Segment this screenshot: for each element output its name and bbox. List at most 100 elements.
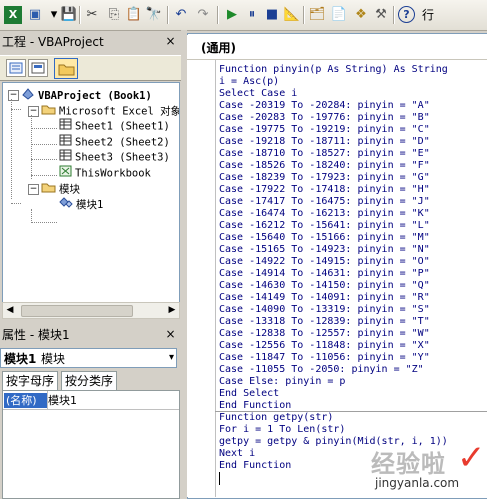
folder-icon <box>41 103 56 120</box>
project-explorer-icon[interactable]: 🗂 <box>308 6 326 24</box>
tree-item[interactable]: Microsoft Excel 对象 <box>41 103 179 120</box>
collapse-toggle-icon[interactable]: − <box>28 105 39 117</box>
code-line[interactable]: Case Else: pinyin = p <box>219 376 345 388</box>
code-line[interactable]: Next i <box>219 448 255 460</box>
code-line[interactable]: End Select <box>219 388 279 400</box>
insert-userform-icon[interactable]: ▣ <box>26 6 44 24</box>
scroll-left-icon[interactable]: ◀ <box>3 303 17 318</box>
watermark: 经验啦 ✓ jingyanla.com <box>367 438 487 497</box>
code-line[interactable]: Case -17417 To -16475: pinyin = "J" <box>219 196 430 208</box>
tree-item-label: 模块1 <box>76 198 104 211</box>
copy-icon[interactable]: ⎘ <box>105 6 123 24</box>
properties-pane-close-button[interactable]: × <box>164 328 177 341</box>
worksheet-icon <box>59 134 72 151</box>
code-line[interactable]: Case -11847 To -11056: pinyin = "Y" <box>219 352 430 364</box>
code-line[interactable]: Function getpy(str) <box>219 412 333 424</box>
toolbar-separator <box>217 6 219 24</box>
property-value-cell[interactable]: 模块1 <box>48 393 77 408</box>
collapse-toggle-icon[interactable]: − <box>8 90 19 101</box>
code-line[interactable]: Case -18526 To -18240: pinyin = "F" <box>219 160 430 172</box>
tab-alphabetic[interactable]: 按字母序 <box>2 371 59 390</box>
view-code-button[interactable] <box>6 59 26 77</box>
code-line[interactable]: Case -14922 To -14915: pinyin = "O" <box>219 256 430 268</box>
code-line[interactable]: Case -14914 To -14631: pinyin = "P" <box>219 268 430 280</box>
cut-icon[interactable]: ✂ <box>83 6 101 24</box>
tree-item[interactable]: Sheet3 (Sheet3) <box>59 149 170 164</box>
code-line[interactable]: Case -14090 To -13319: pinyin = "S" <box>219 304 430 316</box>
run-icon[interactable]: ▶ <box>223 6 241 24</box>
code-line[interactable]: Case -17922 To -17418: pinyin = "H" <box>219 184 430 196</box>
code-line[interactable]: Case -12838 To -12557: pinyin = "W" <box>219 328 430 340</box>
toolbar-separator <box>303 6 305 24</box>
help-icon[interactable]: ? <box>398 6 415 23</box>
toggle-folders-button[interactable] <box>54 58 78 79</box>
break-icon[interactable]: ⏸ <box>243 6 261 24</box>
folder-icon <box>41 181 56 198</box>
code-line[interactable]: Case -11055 To -2050: pinyin = "Z" <box>219 364 424 376</box>
tree-connector <box>31 144 57 145</box>
tree-item[interactable]: 模块 <box>41 181 80 196</box>
code-line[interactable]: Select Case i <box>219 88 297 100</box>
code-line[interactable]: Case -18239 To -17923: pinyin = "G" <box>219 172 430 184</box>
code-line[interactable]: Case -20283 To -19776: pinyin = "B" <box>219 112 430 124</box>
line-indicator[interactable]: 行 <box>419 6 437 24</box>
project-pane-close-button[interactable]: × <box>164 35 177 48</box>
toolbox-icon[interactable]: ⚒ <box>372 6 390 24</box>
excel-icon[interactable]: X <box>4 6 22 24</box>
code-line[interactable]: Case -14149 To -14091: pinyin = "R" <box>219 292 430 304</box>
code-line[interactable]: Case -19775 To -19219: pinyin = "C" <box>219 124 430 136</box>
property-name-cell[interactable]: (名称) <box>4 393 47 408</box>
object-combo-value: (通用) <box>201 41 236 55</box>
properties-window-icon[interactable]: 📄 <box>330 6 348 24</box>
save-icon[interactable]: 💾 <box>60 6 78 24</box>
tree-item-label: Sheet1 (Sheet1) <box>75 120 170 133</box>
code-line[interactable]: Case -15165 To -14923: pinyin = "N" <box>219 244 430 256</box>
worksheet-icon <box>59 118 72 135</box>
code-line[interactable]: Case -16212 To -15641: pinyin = "L" <box>219 220 430 232</box>
code-line[interactable]: Case -16474 To -16213: pinyin = "K" <box>219 208 430 220</box>
redo-icon[interactable]: ↷ <box>194 6 212 24</box>
tree-connector <box>11 99 12 199</box>
watermark-text: 经验啦 <box>371 449 446 478</box>
code-line[interactable]: Case -19218 To -18711: pinyin = "D" <box>219 136 430 148</box>
reset-icon[interactable]: ■ <box>263 6 281 24</box>
code-line[interactable]: Case -14630 To -14150: pinyin = "Q" <box>219 280 430 292</box>
code-line[interactable]: i = Asc(p) <box>219 76 279 88</box>
tree-item[interactable]: ThisWorkbook <box>59 165 151 180</box>
code-line[interactable]: Case -15640 To -15166: pinyin = "M" <box>219 232 430 244</box>
scroll-right-icon[interactable]: ▶ <box>165 303 179 318</box>
tree-item-label: ThisWorkbook <box>75 167 151 180</box>
code-margin-indicator-bar[interactable] <box>187 60 216 497</box>
procedure-separator <box>215 411 487 412</box>
find-icon[interactable]: 🔭 <box>145 6 163 24</box>
tree-item[interactable]: 模块1 <box>59 196 104 213</box>
code-line[interactable]: Function pinyin(p As String) As String <box>219 64 448 76</box>
code-line[interactable]: Case -18710 To -18527: pinyin = "E" <box>219 148 430 160</box>
workbook-icon <box>59 165 72 182</box>
code-line[interactable]: Case -20319 To -20284: pinyin = "A" <box>219 100 430 112</box>
scroll-thumb[interactable] <box>21 305 133 317</box>
tree-item-label: Sheet3 (Sheet3) <box>75 151 170 164</box>
view-object-button[interactable] <box>28 59 48 77</box>
properties-tabs: 按字母序 按分类序 <box>2 369 178 390</box>
code-line[interactable]: Case -12556 To -11848: pinyin = "X" <box>219 340 430 352</box>
object-combo[interactable]: (通用) <box>187 35 487 60</box>
project-pane-toolbar <box>0 55 181 81</box>
tab-categorized[interactable]: 按分类序 <box>61 371 118 390</box>
module-icon <box>59 196 73 213</box>
properties-object-combo[interactable]: 模块1 模块 ▾ <box>0 348 177 368</box>
code-line[interactable]: For i = 1 To Len(str) <box>219 424 345 436</box>
chevron-down-icon[interactable]: ▾ <box>169 349 174 367</box>
paste-icon[interactable]: 📋 <box>125 6 143 24</box>
object-browser-icon[interactable]: ❖ <box>352 6 370 24</box>
code-line[interactable]: Case -13318 To -12839: pinyin = "T" <box>219 316 430 328</box>
undo-icon[interactable]: ↶ <box>172 6 190 24</box>
collapse-toggle-icon[interactable]: − <box>28 183 39 195</box>
tree-item[interactable]: Sheet1 (Sheet1) <box>59 118 170 133</box>
tree-horizontal-scrollbar[interactable]: ◀ ▶ <box>2 302 180 319</box>
tree-connector <box>31 115 32 179</box>
tree-item[interactable]: VBAProject (Book1) <box>21 87 152 102</box>
code-line[interactable]: End Function <box>219 460 291 472</box>
tree-item[interactable]: Sheet2 (Sheet2) <box>59 134 170 149</box>
design-mode-icon[interactable]: 📐 <box>283 6 301 24</box>
